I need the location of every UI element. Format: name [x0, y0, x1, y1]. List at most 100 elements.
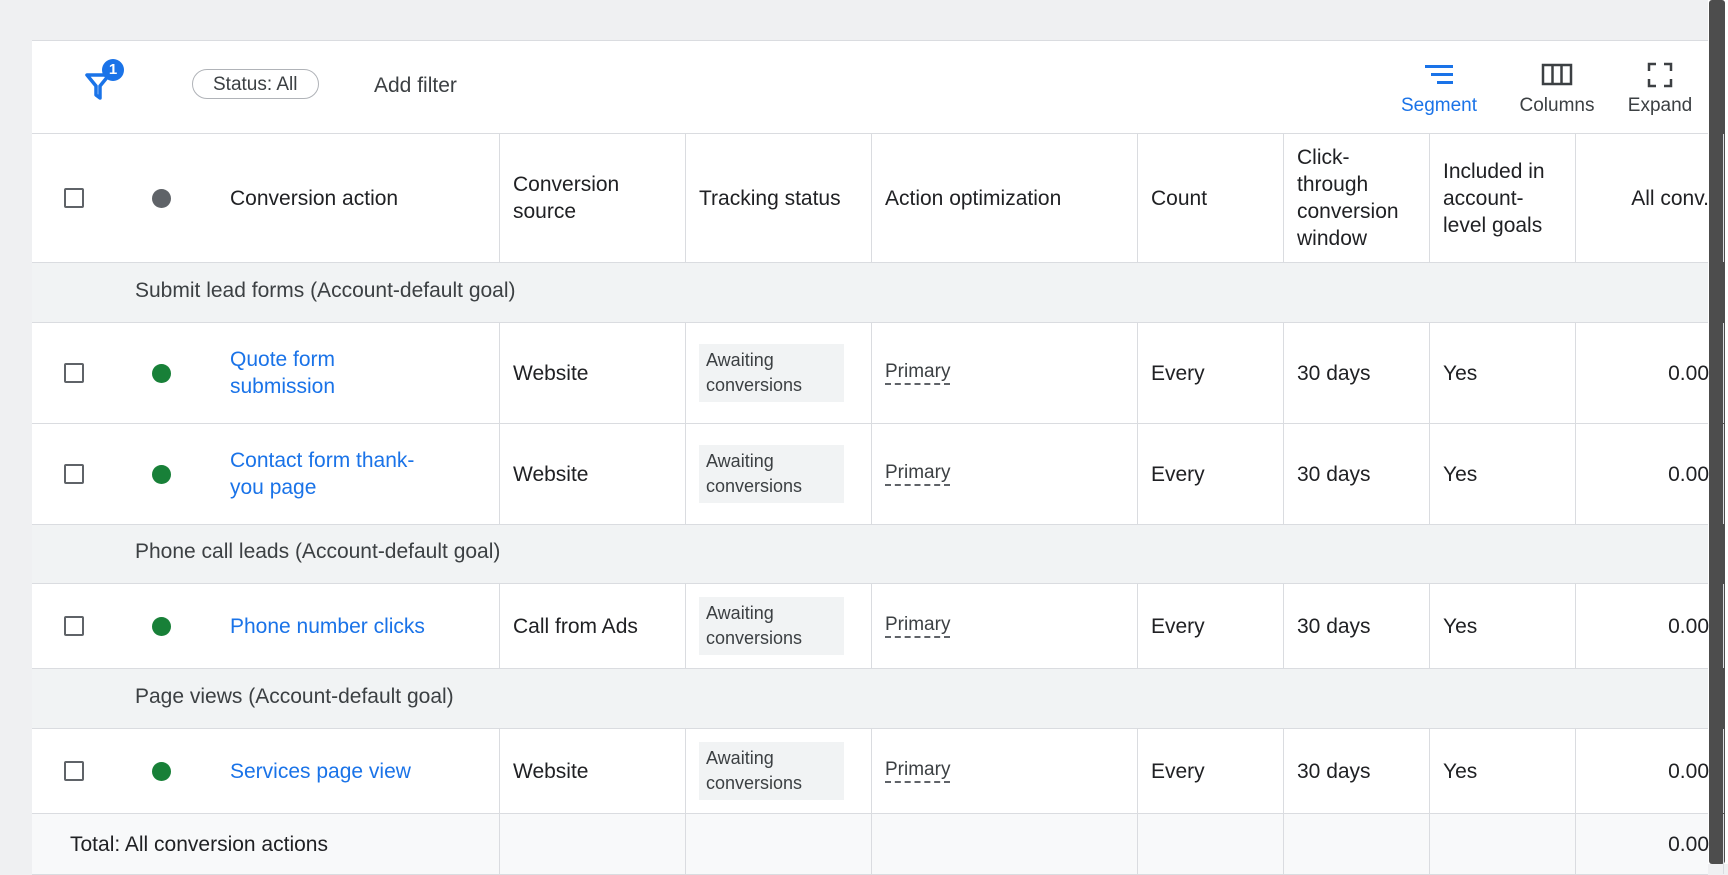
- optimization-value[interactable]: Primary: [885, 361, 951, 385]
- add-filter-button[interactable]: Add filter: [374, 74, 457, 98]
- status-header-cell: [118, 134, 178, 262]
- col-header-count[interactable]: Count: [1138, 134, 1284, 262]
- row-all-conv-cell: 0.00: [1576, 323, 1724, 423]
- row-checkbox[interactable]: [64, 363, 84, 383]
- total-empty-cell: [686, 814, 872, 874]
- total-empty-cell: [872, 814, 1138, 874]
- columns-button[interactable]: Columns: [1497, 55, 1617, 117]
- conversion-action-link[interactable]: Contact form thank-you page: [230, 447, 439, 501]
- row-action-cell: Quote form submission: [178, 323, 500, 423]
- row-source-cell: Call from Ads: [500, 584, 686, 668]
- col-header-action[interactable]: Conversion action: [178, 134, 500, 262]
- col-header-tracking[interactable]: Tracking status: [686, 134, 872, 262]
- goal-group-row: Submit lead forms (Account-default goal): [32, 263, 1708, 323]
- status-enabled-dot: [152, 761, 171, 781]
- expand-button[interactable]: Expand: [1615, 55, 1705, 117]
- goal-group-label: Submit lead forms (Account-default goal): [135, 279, 516, 302]
- select-all-checkbox[interactable]: [64, 188, 84, 208]
- tracking-status-badge: Awaiting conversions: [699, 597, 844, 655]
- row-action-cell: Phone number clicks: [178, 584, 500, 668]
- col-header-window[interactable]: Click-through conversion window: [1284, 134, 1430, 262]
- col-header-all-conv[interactable]: All conv.: [1576, 134, 1724, 262]
- row-tracking-cell: Awaiting conversions: [686, 584, 872, 668]
- goal-group-label: Page views (Account-default goal): [135, 685, 454, 708]
- row-action-cell: Services page view: [178, 729, 500, 813]
- row-count-cell: Every: [1138, 729, 1284, 813]
- total-label: Total: All conversion actions: [32, 814, 500, 874]
- total-empty-cell: [500, 814, 686, 874]
- tracking-status-badge: Awaiting conversions: [699, 742, 844, 800]
- row-optimization-cell: Primary: [872, 584, 1138, 668]
- optimization-value[interactable]: Primary: [885, 759, 951, 783]
- optimization-value[interactable]: Primary: [885, 614, 951, 638]
- row-checkbox[interactable]: [64, 616, 84, 636]
- row-status-cell: [118, 729, 178, 813]
- col-header-included[interactable]: Included in account-level goals: [1430, 134, 1576, 262]
- optimization-value[interactable]: Primary: [885, 462, 951, 486]
- row-included-cell: Yes: [1430, 424, 1576, 524]
- col-header-source[interactable]: Conversion source: [500, 134, 686, 262]
- expand-icon: [1647, 62, 1673, 88]
- row-tracking-cell: Awaiting conversions: [686, 323, 872, 423]
- total-row: Total: All conversion actions 0.00: [32, 814, 1724, 875]
- total-empty-cell: [1430, 814, 1576, 874]
- row-status-cell: [118, 323, 178, 423]
- row-window-cell: 30 days: [1284, 729, 1430, 813]
- row-action-cell: Contact form thank-you page: [178, 424, 500, 524]
- row-tracking-cell: Awaiting conversions: [686, 424, 872, 524]
- row-source-cell: Website: [500, 323, 686, 423]
- row-optimization-cell: Primary: [872, 424, 1138, 524]
- row-included-cell: Yes: [1430, 323, 1576, 423]
- total-empty-cell: [1138, 814, 1284, 874]
- row-count-cell: Every: [1138, 323, 1284, 423]
- columns-label: Columns: [1519, 95, 1595, 116]
- row-checkbox[interactable]: [64, 464, 84, 484]
- status-header-dot[interactable]: [152, 188, 171, 208]
- conversion-action-link[interactable]: Quote form submission: [230, 346, 439, 400]
- row-included-cell: Yes: [1430, 584, 1576, 668]
- status-enabled-dot: [152, 616, 171, 636]
- row-all-conv-cell: 0.00: [1576, 424, 1724, 524]
- goal-group-label: Phone call leads (Account-default goal): [135, 540, 501, 563]
- status-enabled-dot: [152, 363, 171, 383]
- row-source-cell: Website: [500, 729, 686, 813]
- table-header-row: Conversion action Conversion source Trac…: [32, 134, 1724, 263]
- status-enabled-dot: [152, 464, 171, 484]
- table-row: Contact form thank-you page Website Awai…: [32, 424, 1724, 525]
- table-row: Services page view Website Awaiting conv…: [32, 729, 1724, 814]
- row-count-cell: Every: [1138, 584, 1284, 668]
- goal-group-row: Phone call leads (Account-default goal): [32, 525, 1708, 584]
- row-source-cell: Website: [500, 424, 686, 524]
- filter-button[interactable]: 1: [85, 59, 129, 105]
- row-optimization-cell: Primary: [872, 323, 1138, 423]
- row-window-cell: 30 days: [1284, 323, 1430, 423]
- conversion-actions-table-panel: 1 Status: All Add filter Segment Columns…: [32, 40, 1724, 875]
- table-toolbar: 1 Status: All Add filter Segment Columns…: [32, 41, 1708, 134]
- filter-count-badge: 1: [102, 59, 124, 81]
- row-included-cell: Yes: [1430, 729, 1576, 813]
- table-row: Quote form submission Website Awaiting c…: [32, 323, 1724, 424]
- tracking-status-badge: Awaiting conversions: [699, 344, 844, 402]
- col-header-optimization[interactable]: Action optimization: [872, 134, 1138, 262]
- row-all-conv-cell: 0.00: [1576, 584, 1724, 668]
- row-checkbox[interactable]: [64, 761, 84, 781]
- columns-icon: [1541, 63, 1573, 86]
- total-all-conv: 0.00: [1576, 814, 1724, 874]
- row-all-conv-cell: 0.00: [1576, 729, 1724, 813]
- conversion-action-link[interactable]: Phone number clicks: [230, 613, 425, 640]
- segment-button[interactable]: Segment: [1384, 55, 1494, 117]
- segment-icon: [1425, 65, 1453, 84]
- status-filter-chip[interactable]: Status: All: [192, 69, 319, 99]
- row-tracking-cell: Awaiting conversions: [686, 729, 872, 813]
- total-empty-cell: [1284, 814, 1430, 874]
- row-optimization-cell: Primary: [872, 729, 1138, 813]
- conversion-action-link[interactable]: Services page view: [230, 758, 411, 785]
- row-status-cell: [118, 424, 178, 524]
- segment-label: Segment: [1400, 95, 1478, 116]
- expand-label: Expand: [1627, 95, 1693, 116]
- row-count-cell: Every: [1138, 424, 1284, 524]
- row-window-cell: 30 days: [1284, 584, 1430, 668]
- table-row: Phone number clicks Call from Ads Awaiti…: [32, 584, 1724, 669]
- row-window-cell: 30 days: [1284, 424, 1430, 524]
- row-status-cell: [118, 584, 178, 668]
